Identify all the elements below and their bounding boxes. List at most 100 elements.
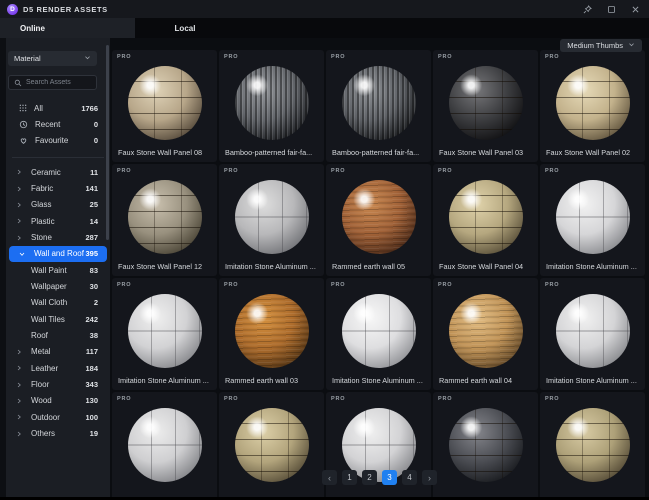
quick-filter-all[interactable]: All 1766 <box>6 100 110 116</box>
prev-page-button[interactable]: ‹ <box>322 470 337 485</box>
chevron-right-icon <box>6 169 31 175</box>
asset-card[interactable]: PROBamboo-patterned fair-fa... <box>219 50 324 162</box>
page-button-4[interactable]: 4 <box>402 470 417 485</box>
thumb-size-dropdown[interactable]: Medium Thumbs <box>560 39 642 52</box>
pin-icon[interactable] <box>583 5 592 14</box>
category-metal[interactable]: Metal117 <box>6 344 110 360</box>
page-button-1[interactable]: 1 <box>342 470 357 485</box>
asset-card[interactable]: PROFaux Stone Wall Panel 02 <box>540 50 645 162</box>
category-label: Wall Tiles <box>31 315 85 324</box>
category-count: 100 <box>85 413 98 422</box>
pro-badge: PRO <box>117 54 131 60</box>
pro-badge: PRO <box>224 54 238 60</box>
sidebar-scrollbar[interactable] <box>106 45 109 240</box>
chevron-down-icon <box>84 54 91 63</box>
category-count: 184 <box>85 364 98 373</box>
asset-card[interactable]: PRORammed earth wall 05 <box>326 164 431 276</box>
asset-card[interactable]: PROImitation Stone Aluminum ... <box>326 278 431 390</box>
pro-badge: PRO <box>117 168 131 174</box>
quick-filter-count: 0 <box>94 136 98 145</box>
category-wall-tiles[interactable]: Wall Tiles242 <box>6 311 110 327</box>
tab-local[interactable]: Local <box>135 18 235 38</box>
close-icon[interactable] <box>631 5 640 14</box>
maximize-icon[interactable] <box>607 5 616 14</box>
category-label: Others <box>31 429 90 438</box>
category-wood[interactable]: Wood130 <box>6 393 110 409</box>
category-roof[interactable]: Roof38 <box>6 327 110 343</box>
tab-online[interactable]: Online <box>0 18 135 38</box>
category-wall-cloth[interactable]: Wall Cloth2 <box>6 295 110 311</box>
pro-badge: PRO <box>331 168 345 174</box>
category-leather[interactable]: Leather184 <box>6 360 110 376</box>
pro-badge: PRO <box>117 396 131 402</box>
category-stone[interactable]: Stone287 <box>6 229 110 245</box>
category-count: 25 <box>90 200 98 209</box>
asset-card[interactable]: PROImitation Stone Aluminum ... <box>540 278 645 390</box>
asset-name: Faux Stone Wall Panel 08 <box>118 148 214 157</box>
page-button-3[interactable]: 3 <box>382 470 397 485</box>
pro-badge: PRO <box>224 282 238 288</box>
clock-icon <box>19 120 28 129</box>
asset-card[interactable]: PROBamboo-patterned fair-fa... <box>326 50 431 162</box>
material-sphere <box>128 294 202 368</box>
category-count: 14 <box>90 217 98 226</box>
asset-name: Faux Stone Wall Panel 04 <box>439 262 535 271</box>
category-wall-paint[interactable]: Wall Paint83 <box>6 262 110 278</box>
pro-badge: PRO <box>224 396 238 402</box>
sidebar-divider <box>12 157 104 158</box>
sidebar: Material All 1766 Recent0Favourite0 Cerami… <box>6 38 110 497</box>
material-sphere <box>556 66 630 140</box>
asset-card[interactable]: PRO Faux Stone Wall Panel 03 <box>433 50 538 162</box>
category-fabric[interactable]: Fabric141 <box>6 180 110 196</box>
asset-card[interactable]: PRO Imitation Stone Aluminum ... <box>540 164 645 276</box>
pro-badge: PRO <box>438 54 452 60</box>
category-count: 30 <box>90 282 98 291</box>
page-button-2[interactable]: 2 <box>362 470 377 485</box>
thumb-size-label: Medium Thumbs <box>567 41 623 50</box>
material-sphere <box>235 180 309 254</box>
chevron-right-icon <box>6 365 31 371</box>
category-outdoor[interactable]: Outdoor100 <box>6 409 110 425</box>
category-plastic[interactable]: Plastic14 <box>6 213 110 229</box>
pro-badge: PRO <box>545 168 559 174</box>
material-sphere <box>342 180 416 254</box>
asset-card[interactable]: PRO Faux Stone Wall Panel 04 <box>433 164 538 276</box>
material-sphere <box>449 180 523 254</box>
quick-filter-favourite[interactable]: Favourite0 <box>6 132 110 148</box>
next-page-button[interactable]: › <box>422 470 437 485</box>
category-wallpaper[interactable]: Wallpaper30 <box>6 278 110 294</box>
category-floor[interactable]: Floor343 <box>6 376 110 392</box>
category-glass[interactable]: Glass25 <box>6 197 110 213</box>
asset-card[interactable]: PROImitation Stone Aluminum ... <box>219 164 324 276</box>
asset-card[interactable]: PROFaux Stone Wall Panel 12 <box>112 164 217 276</box>
category-wall-and-roof[interactable]: Wall and Roof395 <box>9 246 107 262</box>
asset-card[interactable]: PRORammed earth wall 04 <box>433 278 538 390</box>
asset-card[interactable]: PRO Rammed earth wall 03 <box>219 278 324 390</box>
category-label: Outdoor <box>31 413 85 422</box>
pro-badge: PRO <box>438 168 452 174</box>
pro-badge: PRO <box>545 282 559 288</box>
asset-name: Rammed earth wall 03 <box>225 376 321 385</box>
search-input[interactable] <box>26 79 91 86</box>
asset-name: Faux Stone Wall Panel 03 <box>439 148 535 157</box>
category-count: 242 <box>85 315 98 324</box>
category-count: 141 <box>85 184 98 193</box>
chevron-right-icon <box>6 235 31 241</box>
category-label: Stone <box>31 233 85 242</box>
asset-card[interactable]: PRO Faux Stone Wall Panel 08 <box>112 50 217 162</box>
quick-filter-recent[interactable]: Recent0 <box>6 116 110 132</box>
category-label: Wall and Roof <box>34 249 85 258</box>
category-ceramic[interactable]: Ceramic11 <box>6 164 110 180</box>
asset-type-dropdown[interactable]: Material <box>8 51 97 66</box>
category-others[interactable]: Others19 <box>6 426 110 442</box>
quick-filter-count: 1766 <box>81 104 98 113</box>
category-label: Metal <box>31 347 86 356</box>
asset-name: Imitation Stone Aluminum ... <box>546 262 642 271</box>
chevron-down-icon <box>9 251 34 257</box>
quick-filter-label: All <box>34 104 43 113</box>
chevron-right-icon <box>6 349 31 355</box>
category-label: Plastic <box>31 217 90 226</box>
material-sphere <box>449 66 523 140</box>
asset-card[interactable]: PROImitation Stone Aluminum ... <box>112 278 217 390</box>
d5-assets-window: D D5 RENDER ASSETS Online Local <box>0 0 649 497</box>
